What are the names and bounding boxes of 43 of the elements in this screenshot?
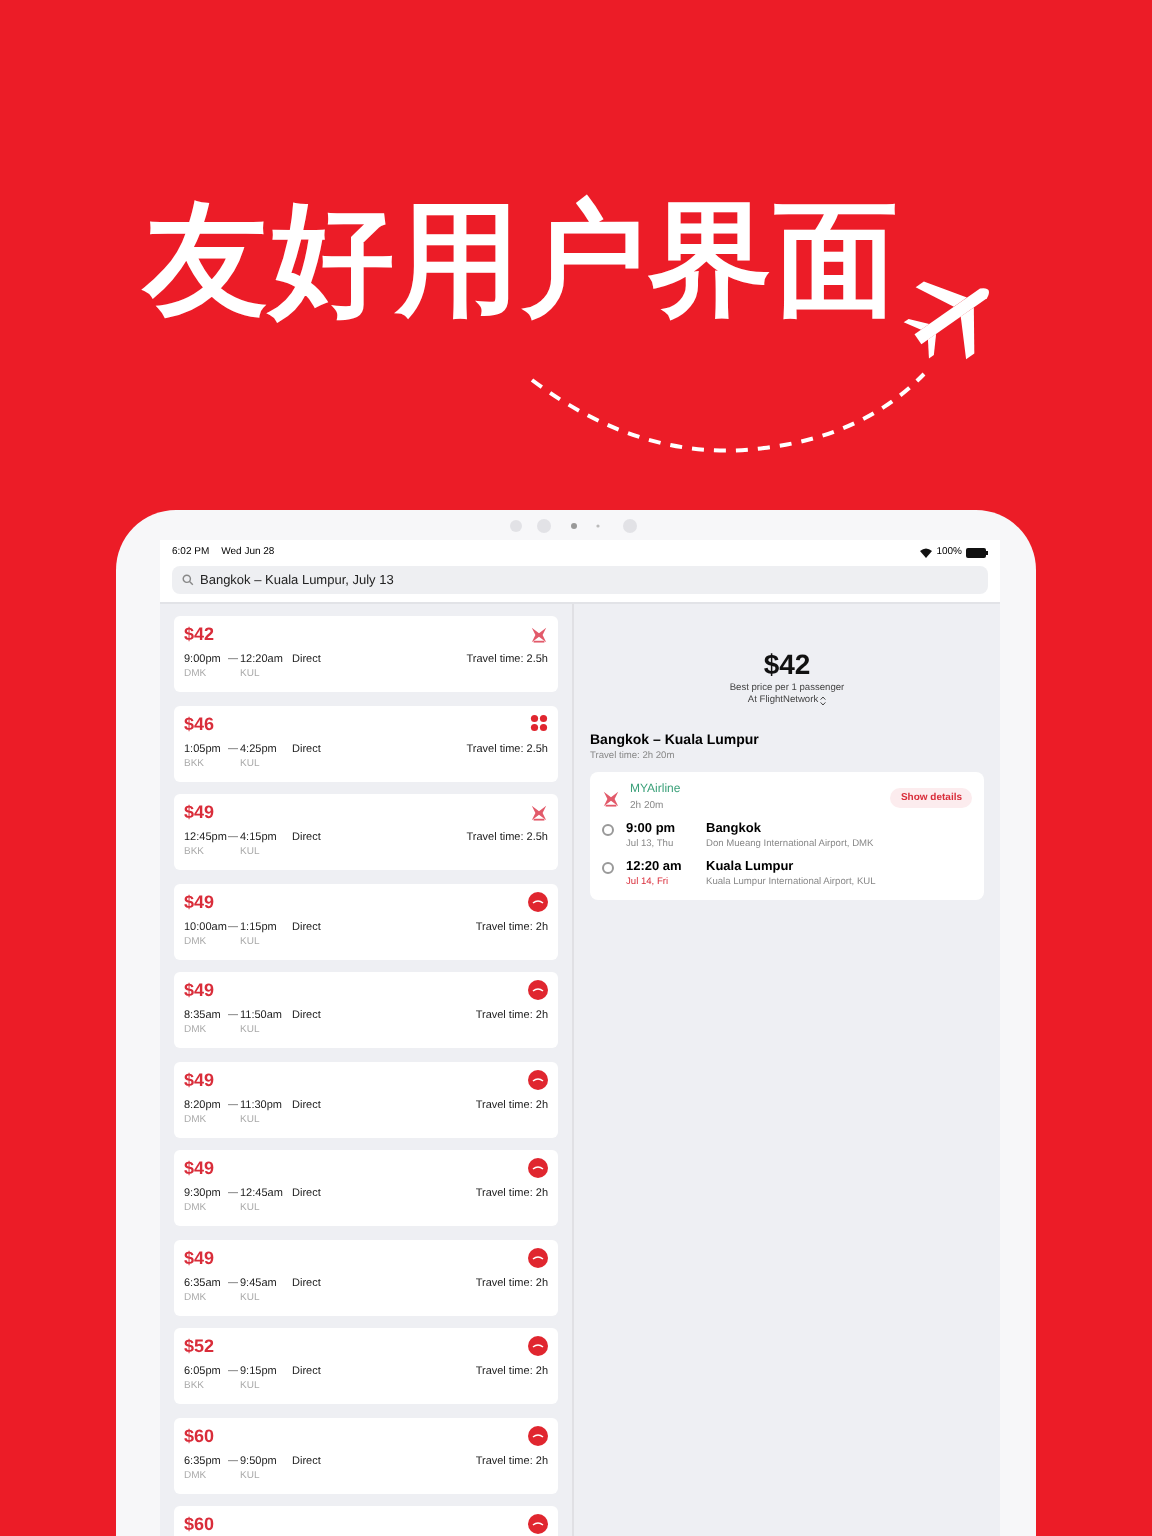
route-line-icon xyxy=(228,1014,238,1018)
route-line-icon xyxy=(228,658,238,662)
camera-icon xyxy=(508,518,640,534)
airline-logo-icon xyxy=(530,625,548,643)
chevron-up-down-icon[interactable] xyxy=(820,696,827,706)
flight-price: $42 xyxy=(184,624,215,644)
airline-logo-icon xyxy=(528,1425,548,1445)
route-line-icon xyxy=(228,1192,238,1196)
stop-dot-icon xyxy=(602,862,614,874)
best-price: $42 xyxy=(763,648,811,680)
flight-price: $60 xyxy=(184,1425,215,1445)
flight-card[interactable]: $60 xyxy=(174,1506,558,1536)
airline-logo-icon xyxy=(530,803,548,821)
wifi-icon xyxy=(920,547,933,557)
flight-price: $49 xyxy=(184,1158,215,1178)
battery-icon xyxy=(966,547,988,557)
airline-logo-icon xyxy=(528,1247,548,1267)
route-line-icon xyxy=(228,747,238,751)
flight-price: $52 xyxy=(184,1336,215,1356)
airline-logo-icon xyxy=(528,1069,548,1089)
flight-price: $49 xyxy=(184,802,215,822)
flight-price: $60 xyxy=(184,1514,215,1534)
route-line-icon xyxy=(228,1459,238,1463)
airline-logo-icon xyxy=(528,891,548,911)
route-line-icon xyxy=(228,1103,238,1107)
airline-logo-icon xyxy=(528,1514,548,1534)
flight-price: $49 xyxy=(184,891,215,911)
stop-dot-icon xyxy=(602,824,614,836)
flight-price: $49 xyxy=(184,980,215,1000)
airline-logo-icon xyxy=(528,1336,548,1356)
airline-logo-icon xyxy=(528,980,548,1000)
airline-logo-icon xyxy=(528,1158,548,1178)
route-line-icon xyxy=(228,836,238,840)
airline-logo-icon xyxy=(602,789,620,807)
flight-price: $49 xyxy=(184,1247,215,1267)
flight-price: $49 xyxy=(184,1069,215,1089)
search-icon xyxy=(182,574,194,586)
route-line-icon xyxy=(228,1281,238,1285)
airline-logo-icon xyxy=(530,714,548,732)
flight-price: $46 xyxy=(184,713,215,733)
headline: 友好用户界面 xyxy=(144,184,900,336)
route-line-icon xyxy=(228,925,238,929)
route-line-icon xyxy=(228,1370,238,1374)
